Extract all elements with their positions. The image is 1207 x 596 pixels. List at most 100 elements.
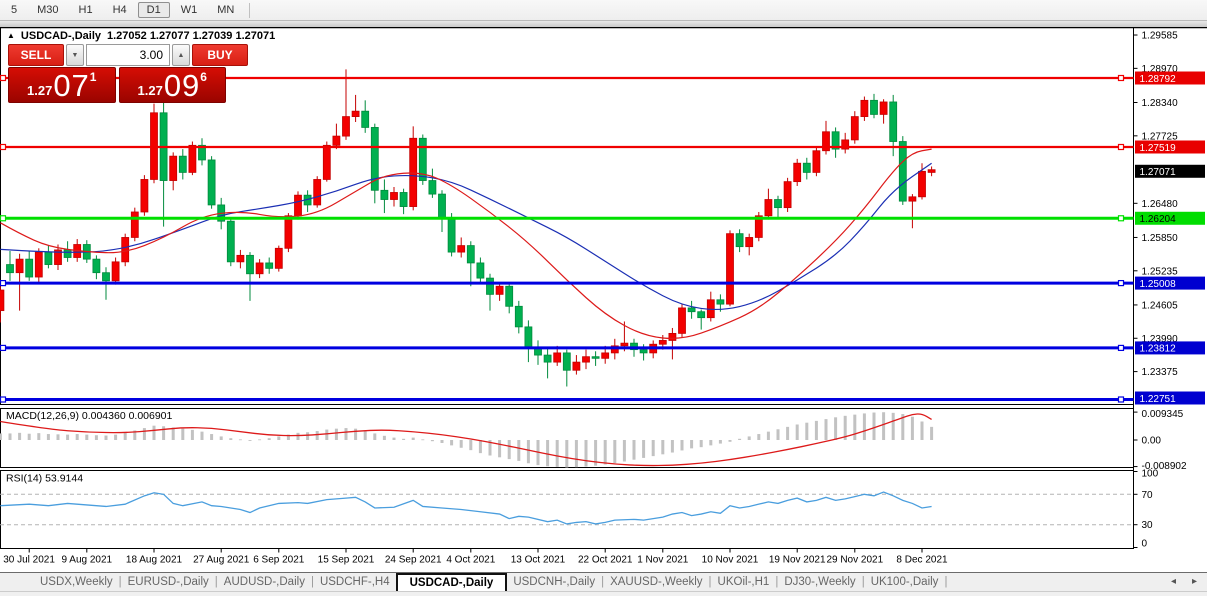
candle[interactable]: [620, 342, 629, 347]
candle[interactable]: [130, 211, 139, 238]
candle[interactable]: [783, 181, 792, 209]
line-handle[interactable]: [1117, 143, 1125, 151]
candle[interactable]: [226, 220, 235, 263]
tab-uk100-daily[interactable]: UK100-,Daily: [865, 573, 945, 591]
timeframe-button-d1[interactable]: D1: [137, 2, 170, 18]
candle[interactable]: [716, 299, 725, 305]
candle[interactable]: [140, 179, 149, 213]
candle[interactable]: [495, 285, 504, 295]
tab-audusd-daily[interactable]: AUDUSD-,Daily: [218, 573, 311, 591]
candle[interactable]: [802, 162, 811, 173]
candle[interactable]: [274, 247, 283, 269]
candle[interactable]: [639, 349, 648, 354]
candle[interactable]: [562, 352, 571, 371]
tab-usdx-weekly[interactable]: USDX,Weekly: [34, 573, 119, 591]
candle[interactable]: [92, 258, 101, 274]
candle[interactable]: [246, 254, 254, 275]
candle[interactable]: [735, 233, 744, 248]
collapse-icon[interactable]: ▲: [7, 31, 15, 40]
volume-decrease-button[interactable]: ▼: [66, 44, 84, 66]
timeframe-button-mn[interactable]: MN: [208, 2, 243, 18]
sell-price-panel[interactable]: 1.27 07 1: [8, 67, 116, 103]
candle[interactable]: [697, 311, 706, 319]
buy-price-panel[interactable]: 1.27 09 6: [118, 67, 226, 103]
line-handle[interactable]: [0, 74, 7, 82]
candle[interactable]: [284, 215, 293, 249]
candle[interactable]: [34, 251, 43, 278]
candle[interactable]: [457, 245, 466, 253]
candle[interactable]: [553, 352, 562, 363]
candle[interactable]: [207, 159, 216, 206]
candle[interactable]: [745, 237, 754, 248]
sell-button[interactable]: SELL: [8, 44, 64, 66]
line-handle[interactable]: [1117, 396, 1125, 403]
candle[interactable]: [294, 194, 302, 217]
candle[interactable]: [879, 101, 888, 115]
candle[interactable]: [889, 101, 898, 142]
candle[interactable]: [169, 155, 178, 181]
candle[interactable]: [860, 99, 869, 117]
candle[interactable]: [111, 261, 120, 282]
candle[interactable]: [342, 116, 350, 137]
candle[interactable]: [63, 249, 72, 258]
line-handle[interactable]: [1117, 344, 1125, 352]
candle[interactable]: [812, 150, 821, 173]
candle[interactable]: [543, 354, 552, 363]
timeframe-button-h1[interactable]: H1: [70, 2, 102, 18]
candle[interactable]: [390, 192, 398, 200]
line-handle[interactable]: [0, 396, 7, 403]
candle[interactable]: [764, 199, 773, 217]
candle[interactable]: [351, 110, 360, 117]
candle[interactable]: [476, 262, 485, 279]
buy-button[interactable]: BUY: [192, 44, 248, 66]
candle[interactable]: [178, 155, 187, 173]
candle[interactable]: [908, 196, 917, 202]
candle[interactable]: [44, 251, 53, 265]
candle[interactable]: [534, 348, 542, 356]
candle[interactable]: [399, 192, 408, 207]
candle[interactable]: [121, 237, 130, 263]
rsi-panel[interactable]: [0, 470, 1134, 549]
line-handle[interactable]: [0, 344, 7, 352]
candle[interactable]: [313, 179, 322, 206]
line-handle[interactable]: [1117, 74, 1125, 82]
timeframe-button-w1[interactable]: W1: [172, 2, 207, 18]
candle[interactable]: [793, 162, 802, 183]
tab-xauusd-weekly[interactable]: XAUUSD-,Weekly: [604, 573, 708, 591]
candle[interactable]: [486, 277, 494, 295]
candle[interactable]: [591, 356, 600, 359]
candle[interactable]: [524, 326, 533, 349]
candle[interactable]: [601, 352, 610, 359]
tab-usdcnh-daily[interactable]: USDCNH-,Daily: [507, 573, 601, 591]
candle[interactable]: [380, 189, 389, 200]
candle[interactable]: [428, 180, 437, 195]
candle[interactable]: [726, 233, 734, 305]
candle[interactable]: [6, 264, 14, 274]
timeframe-button-5[interactable]: 5: [2, 2, 26, 18]
line-handle[interactable]: [1117, 215, 1125, 222]
tab-usdchf-h4[interactable]: USDCHF-,H4: [314, 573, 396, 591]
candle[interactable]: [870, 99, 878, 115]
candle[interactable]: [658, 340, 667, 345]
candle[interactable]: [265, 262, 274, 269]
candle[interactable]: [898, 141, 907, 202]
candle[interactable]: [582, 356, 590, 363]
timeframe-button-h4[interactable]: H4: [104, 2, 136, 18]
candle[interactable]: [188, 144, 197, 173]
candle[interactable]: [322, 144, 331, 180]
candle[interactable]: [668, 332, 677, 341]
candle[interactable]: [236, 254, 245, 263]
line-handle[interactable]: [0, 215, 7, 222]
candle[interactable]: [927, 169, 936, 173]
line-handle[interactable]: [0, 279, 7, 287]
candle[interactable]: [0, 289, 5, 312]
candle[interactable]: [850, 116, 859, 141]
candle[interactable]: [466, 245, 475, 264]
candle[interactable]: [687, 307, 696, 313]
candle[interactable]: [25, 258, 34, 278]
candle[interactable]: [438, 193, 446, 219]
line-handle[interactable]: [1117, 279, 1125, 287]
candle[interactable]: [572, 361, 581, 371]
candle[interactable]: [514, 305, 523, 328]
candle[interactable]: [255, 262, 264, 275]
